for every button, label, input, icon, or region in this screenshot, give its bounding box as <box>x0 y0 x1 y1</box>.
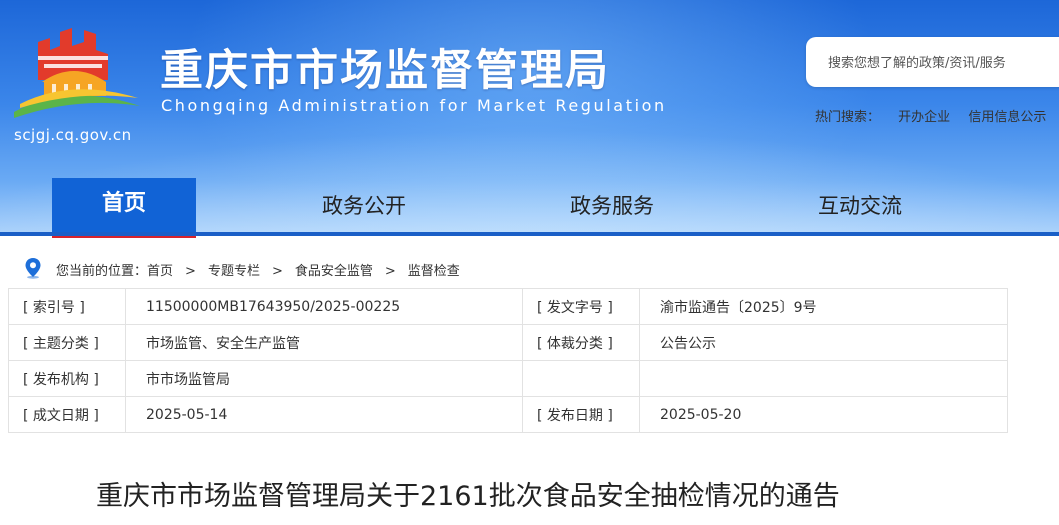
nav-tab-interaction[interactable]: 互动交流 <box>788 178 932 234</box>
samr-logo-icon[interactable] <box>8 20 148 128</box>
meta-value-genre: 公告公示 <box>639 324 1008 361</box>
nav-divider <box>0 232 1059 236</box>
site-domain: scjgj.cq.gov.cn <box>14 126 132 144</box>
meta-label-index-number: [ 索引号 ] <box>8 288 126 325</box>
hot-search-link-start-business[interactable]: 开办企业 <box>898 110 950 125</box>
meta-label-creation-date: [ 成文日期 ] <box>8 396 126 433</box>
table-row: [ 发布机构 ] 市市场监管局 <box>8 360 1008 397</box>
breadcrumb-separator: > <box>384 264 396 279</box>
meta-value-publish-date: 2025-05-20 <box>639 396 1008 433</box>
hot-search-label: 热门搜索： <box>815 110 881 125</box>
nav-tab-government-services[interactable]: 政务服务 <box>540 178 684 234</box>
meta-value-index-number: 11500000MB17643950/2025-00225 <box>125 288 523 325</box>
breadcrumb-separator: > <box>185 264 196 279</box>
main-nav: 首页 政务公开 政务服务 互动交流 <box>0 178 1059 238</box>
meta-label-document-number: [ 发文字号 ] <box>522 288 640 325</box>
meta-label-genre: [ 体裁分类 ] <box>522 324 640 361</box>
hot-search-link-credit-info[interactable]: 信用信息公示 <box>968 110 1046 125</box>
breadcrumb-item-home[interactable]: 首页 <box>147 264 173 279</box>
hot-search: 热门搜索： 开办企业 信用信息公示 <box>815 106 1059 125</box>
search-input[interactable] <box>826 50 1059 76</box>
breadcrumb-item-food-safety[interactable]: 食品安全监管 <box>295 264 373 279</box>
meta-value-publisher: 市市场监管局 <box>125 360 523 397</box>
search-box <box>806 37 1059 87</box>
meta-value-topic: 市场监管、安全生产监管 <box>125 324 523 361</box>
meta-label-topic: [ 主题分类 ] <box>8 324 126 361</box>
table-row: [ 成文日期 ] 2025-05-14 [ 发布日期 ] 2025-05-20 <box>8 396 1008 433</box>
table-row: [ 主题分类 ] 市场监管、安全生产监管 [ 体裁分类 ] 公告公示 <box>8 324 1008 361</box>
breadcrumb-prefix: 您当前的位置： <box>56 264 148 279</box>
site-title-english: Chongqing Administration for Market Regu… <box>161 96 667 115</box>
meta-empty-cell <box>522 360 640 397</box>
meta-value-creation-date: 2025-05-14 <box>125 396 523 433</box>
meta-label-publish-date: [ 发布日期 ] <box>522 396 640 433</box>
nav-tab-government-affairs[interactable]: 政务公开 <box>292 178 436 234</box>
document-meta-table: [ 索引号 ] 11500000MB17643950/2025-00225 [ … <box>8 288 1008 433</box>
site-title[interactable]: 重庆市市场监督管理局 <box>160 36 610 98</box>
breadcrumb-separator: > <box>271 264 283 279</box>
breadcrumb-trail: 您当前的位置：首页 > 专题专栏 > 食品安全监管 > 监督检查 <box>56 260 460 279</box>
meta-label-publisher: [ 发布机构 ] <box>8 360 126 397</box>
table-row: [ 索引号 ] 11500000MB17643950/2025-00225 [ … <box>8 288 1008 325</box>
meta-value-document-number: 渝市监通告〔2025〕9号 <box>639 288 1008 325</box>
meta-empty-cell <box>639 360 1008 397</box>
nav-tab-home[interactable]: 首页 <box>52 178 196 238</box>
location-pin-icon <box>25 258 41 279</box>
breadcrumb-item-special-topics[interactable]: 专题专栏 <box>208 264 260 279</box>
breadcrumb-item-inspection[interactable]: 监督检查 <box>408 264 460 279</box>
article-title: 重庆市市场监督管理局关于2161批次食品安全抽检情况的通告 <box>96 481 840 512</box>
